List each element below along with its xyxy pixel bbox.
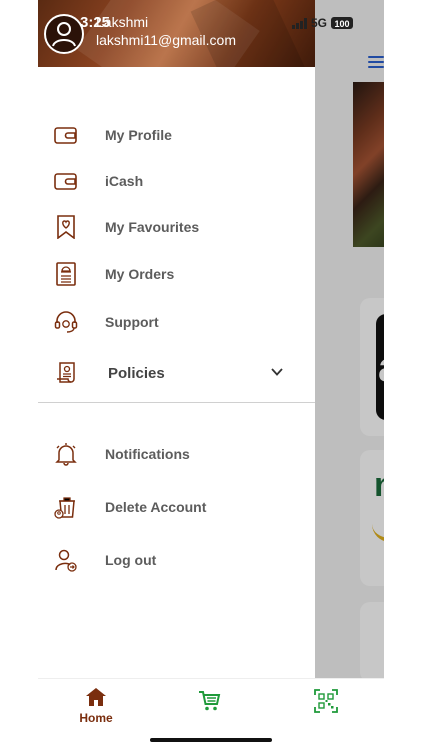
- user-avatar-icon: [52, 22, 76, 47]
- menu-item-policies[interactable]: Policies: [38, 355, 315, 391]
- menu-item-delete-account[interactable]: Delete Account: [38, 489, 315, 525]
- receipt-icon: [56, 262, 76, 286]
- status-indicators: 5G 100: [292, 16, 354, 30]
- logout-user-icon: [55, 549, 77, 572]
- menu-item-label: Delete Account: [105, 499, 207, 515]
- headset-icon: [54, 311, 78, 333]
- bottom-navigation: Home: [38, 678, 384, 735]
- qr-scan-icon[interactable]: [314, 689, 338, 713]
- avatar[interactable]: [44, 14, 84, 54]
- menu-item-icash[interactable]: iCash: [38, 163, 315, 199]
- trash-user-icon: [54, 497, 75, 519]
- home-indicator: [150, 738, 272, 742]
- menu-item-my-favourites[interactable]: My Favourites: [38, 209, 315, 245]
- chevron-down-icon[interactable]: [270, 365, 284, 379]
- bell-icon: [55, 443, 77, 466]
- battery-icon: 100: [331, 17, 354, 29]
- nav-home[interactable]: Home: [76, 685, 116, 729]
- menu-item-log-out[interactable]: Log out: [38, 542, 315, 578]
- wallet-icon: [54, 127, 77, 144]
- menu-item-notifications[interactable]: Notifications: [38, 436, 315, 472]
- menu-item-label: Log out: [105, 552, 157, 568]
- status-time: 3:25: [80, 14, 111, 31]
- home-icon: [86, 688, 106, 706]
- side-drawer: Lakshmi lakshmi11@gmail.com My Profile i…: [38, 0, 315, 678]
- network-label: 5G: [311, 16, 328, 30]
- menu-item-label: My Profile: [105, 127, 172, 143]
- menu-divider: [38, 402, 315, 403]
- menu-item-my-profile[interactable]: My Profile: [38, 117, 315, 153]
- cart-icon[interactable]: [198, 689, 222, 713]
- menu-item-support[interactable]: Support: [38, 304, 315, 340]
- signal-icon: [292, 17, 307, 29]
- drawer-header: Lakshmi lakshmi11@gmail.com: [38, 0, 315, 67]
- menu-item-label: Policies: [108, 364, 165, 382]
- menu-item-label: Support: [105, 314, 159, 330]
- menu-item-label: iCash: [105, 173, 144, 189]
- menu-item-label: My Favourites: [105, 219, 200, 235]
- scroll-icon: [57, 362, 75, 383]
- menu-item-label: Notifications: [105, 446, 190, 462]
- nav-home-label: Home: [79, 711, 113, 725]
- menu-item-label: My Orders: [105, 266, 175, 282]
- user-email: lakshmi11@gmail.com: [96, 32, 236, 48]
- menu-item-my-orders[interactable]: My Orders: [38, 256, 315, 292]
- wallet-icon: [54, 173, 77, 190]
- bookmark-heart-icon: [57, 215, 75, 239]
